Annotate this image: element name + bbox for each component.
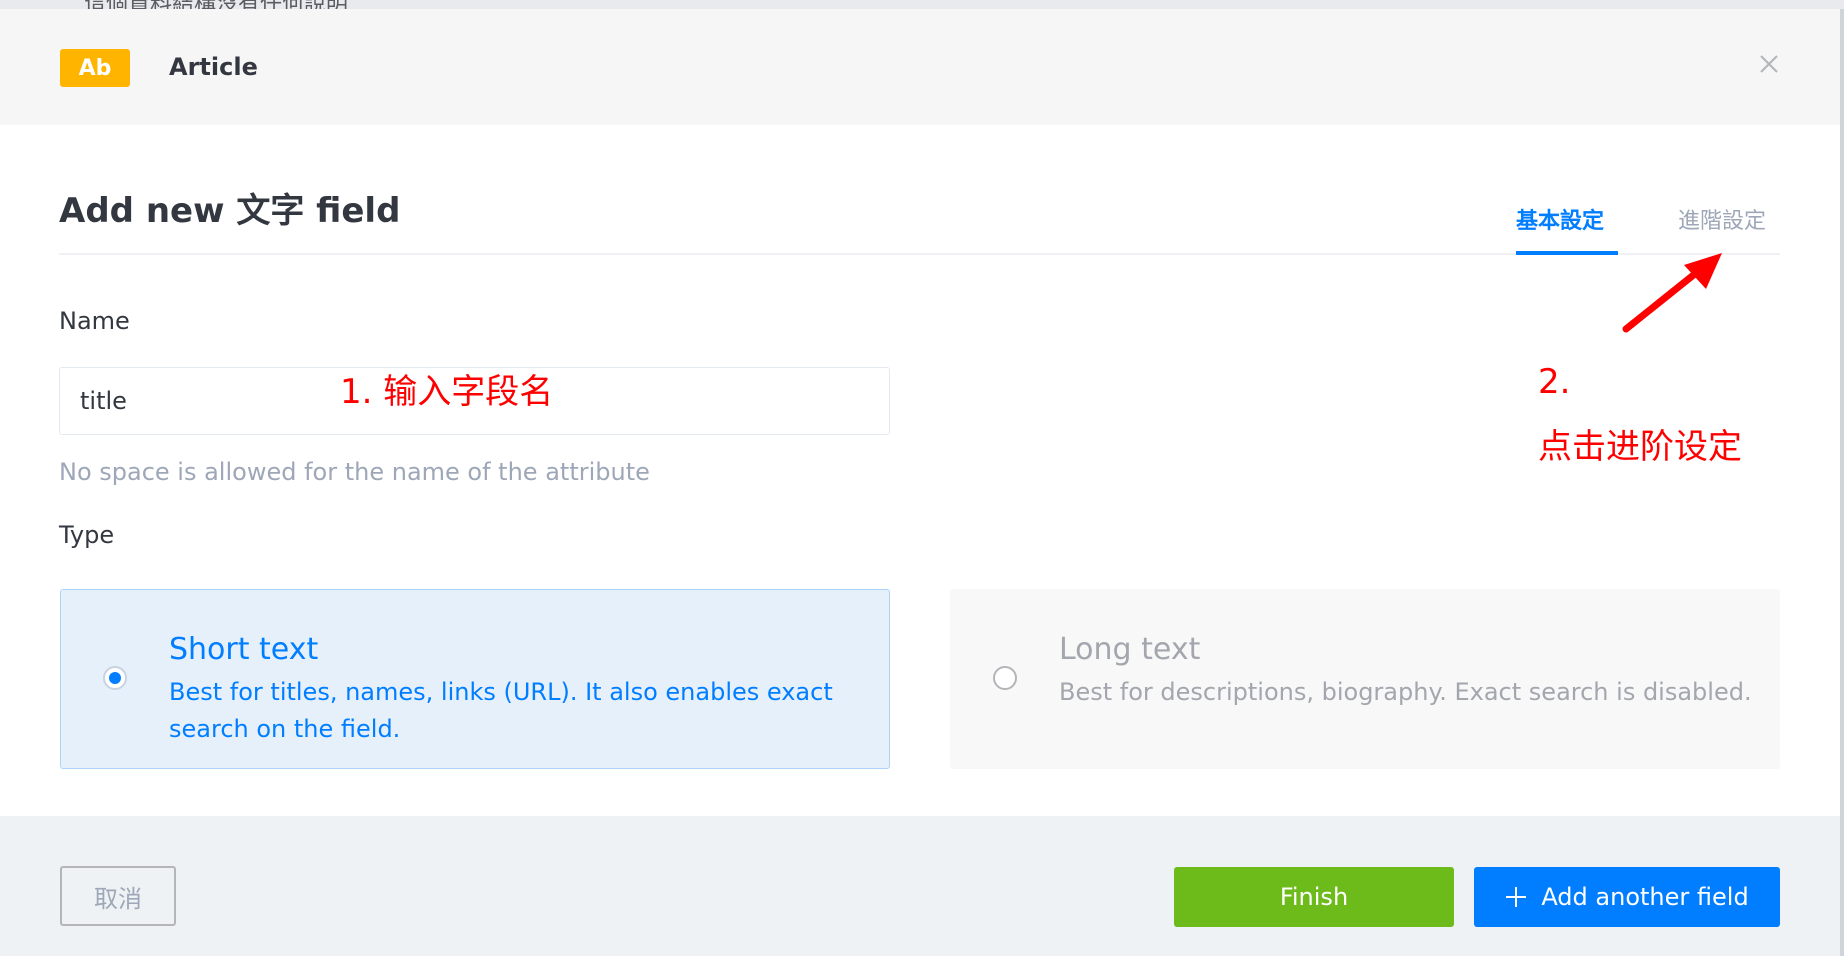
add-another-field-label: Add another field [1541, 883, 1749, 911]
plus-icon [1505, 886, 1527, 908]
name-hint: No space is allowed for the name of the … [59, 458, 650, 486]
add-field-modal: Ab Article Add new 文字 field 基本設定 進階設定 Na… [0, 9, 1840, 956]
tab-basic-settings[interactable]: 基本設定 [1516, 203, 1604, 235]
tab-advanced-settings[interactable]: 進階設定 [1678, 203, 1766, 235]
type-option-description: Best for titles, names, links (URL). It … [169, 678, 833, 743]
annotation-step-1: 1. 输入字段名 [340, 372, 554, 412]
backdrop-page: 這個資料結構沒有任何說明 [0, 0, 1844, 9]
add-another-field-button[interactable]: Add another field [1474, 867, 1780, 927]
close-icon[interactable] [1752, 47, 1786, 81]
annotation-step-2-text: 点击进阶设定 [1538, 427, 1742, 467]
content-type-title: Article [169, 53, 258, 81]
content-type-badge: Ab [60, 49, 130, 87]
type-option-long-text[interactable]: Long text Best for descriptions, biograp… [950, 589, 1780, 769]
modal-footer: 取消 Finish Add another field [0, 816, 1840, 956]
type-option-description: Best for descriptions, biography. Exact … [1059, 678, 1752, 706]
name-label: Name [59, 307, 130, 335]
form-title: Add new 文字 field [59, 191, 401, 231]
type-option-title: Short text [169, 632, 319, 667]
type-label: Type [59, 521, 115, 549]
scrollbar-edge [1840, 9, 1844, 956]
finish-button[interactable]: Finish [1174, 867, 1454, 927]
modal-header: Ab Article [0, 9, 1840, 125]
backdrop-text: 這個資料結構沒有任何說明 [84, 0, 348, 9]
radio-selected-icon[interactable] [103, 666, 127, 690]
active-tab-indicator [1516, 251, 1618, 255]
annotation-arrow-icon [1612, 247, 1732, 337]
type-option-short-text[interactable]: Short text Best for titles, names, links… [60, 589, 890, 769]
radio-unselected-icon[interactable] [993, 666, 1017, 690]
annotation-step-2-number: 2. [1538, 362, 1571, 402]
cancel-button[interactable]: 取消 [60, 866, 176, 926]
type-option-title: Long text [1059, 632, 1201, 667]
